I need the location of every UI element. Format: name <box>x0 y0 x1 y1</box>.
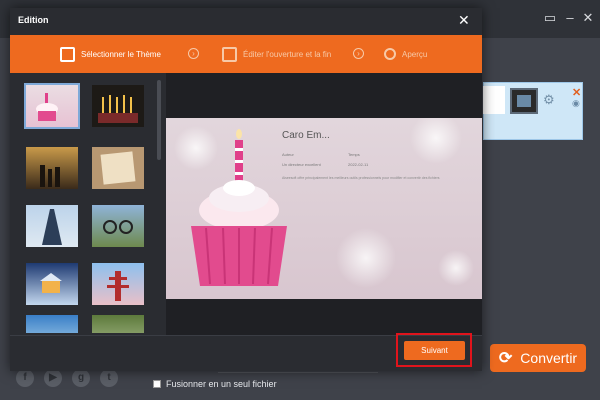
theme-thumb-sunset[interactable] <box>24 145 80 191</box>
cabin-thumb-art <box>40 273 62 293</box>
chevron-right-icon: › <box>188 48 199 59</box>
preview-author-value: Un directeur excellent <box>282 162 321 167</box>
step-label: Aperçu <box>402 49 428 59</box>
gear-icon[interactable]: ⚙ <box>543 92 555 108</box>
minimize-icon[interactable]: – <box>562 10 578 26</box>
dialog-title: Edition <box>18 15 49 25</box>
eiffel-thumb-art <box>42 209 62 245</box>
step-label: Éditer l'ouverture et la fin <box>243 49 332 59</box>
step-edit-opening[interactable]: Éditer l'ouverture et la fin <box>222 35 331 73</box>
preview-description: Aiseesoft offre principalement les meill… <box>282 176 440 180</box>
theme-thumb-pagoda[interactable] <box>90 261 146 307</box>
search-icon <box>384 48 396 60</box>
preview-time-label: Temps <box>348 152 360 157</box>
theme-scrollbar[interactable] <box>157 80 161 160</box>
facebook-icon[interactable]: f <box>16 369 34 387</box>
bike-thumb-art <box>103 220 133 234</box>
convert-label: Convertir <box>520 350 578 366</box>
cupcake-thumb-art <box>36 93 58 121</box>
next-button[interactable]: Suivant <box>404 341 465 360</box>
file-info-icon[interactable]: ◉ <box>572 98 580 109</box>
close-app-icon[interactable]: ✕ <box>580 10 596 26</box>
theme-thumb-candles[interactable] <box>90 83 146 129</box>
theme-thumb-eiffel[interactable] <box>24 203 80 249</box>
preview-author-label: Auteur <box>282 152 294 157</box>
edit-icon <box>222 46 237 62</box>
theme-thumb-winter[interactable] <box>24 261 80 307</box>
chevron-right-icon: › <box>353 48 364 59</box>
cupcake-art <box>174 118 474 288</box>
theme-thumb-vintage[interactable] <box>90 145 146 191</box>
theme-list <box>10 73 164 333</box>
preview-title: Caro Em... <box>282 130 330 141</box>
feedback-icon[interactable]: ▭ <box>542 10 558 26</box>
convert-button[interactable]: ⟳ Convertir <box>490 344 586 372</box>
divider <box>218 372 378 373</box>
step-select-theme[interactable]: Sélectionner le Thème <box>60 35 161 73</box>
merge-option[interactable]: Fusionner en un seul fichier <box>153 379 277 389</box>
paper-thumb-art <box>100 151 136 185</box>
candles-thumb-art <box>98 95 138 123</box>
twitter-icon[interactable]: t <box>100 369 118 387</box>
merge-label: Fusionner en un seul fichier <box>166 379 277 389</box>
close-icon[interactable]: ✕ <box>458 12 470 29</box>
theme-thumb-horse[interactable] <box>90 313 146 333</box>
theme-grid-icon <box>60 46 75 62</box>
theme-thumb-beach[interactable] <box>24 313 80 333</box>
family-thumb-art <box>40 165 60 187</box>
file-thumbnail <box>483 86 505 114</box>
youtube-icon[interactable]: ▶ <box>44 369 62 387</box>
google-plus-icon[interactable]: g <box>72 369 90 387</box>
pagoda-thumb-art <box>107 271 129 301</box>
step-preview[interactable]: Aperçu <box>384 35 427 73</box>
step-bar: Sélectionner le Thème › Éditer l'ouvertu… <box>10 35 482 73</box>
step-label: Sélectionner le Thème <box>81 49 161 59</box>
convert-icon: ⟳ <box>498 350 513 367</box>
film-icon <box>510 88 538 114</box>
merge-checkbox[interactable] <box>153 380 161 388</box>
theme-thumb-birthday[interactable] <box>24 83 80 129</box>
theme-preview: Caro Em... Auteur Un directeur excellent… <box>166 118 482 299</box>
preview-time-value: 2022-02-11 <box>348 162 369 167</box>
theme-thumb-motocross[interactable] <box>90 203 146 249</box>
